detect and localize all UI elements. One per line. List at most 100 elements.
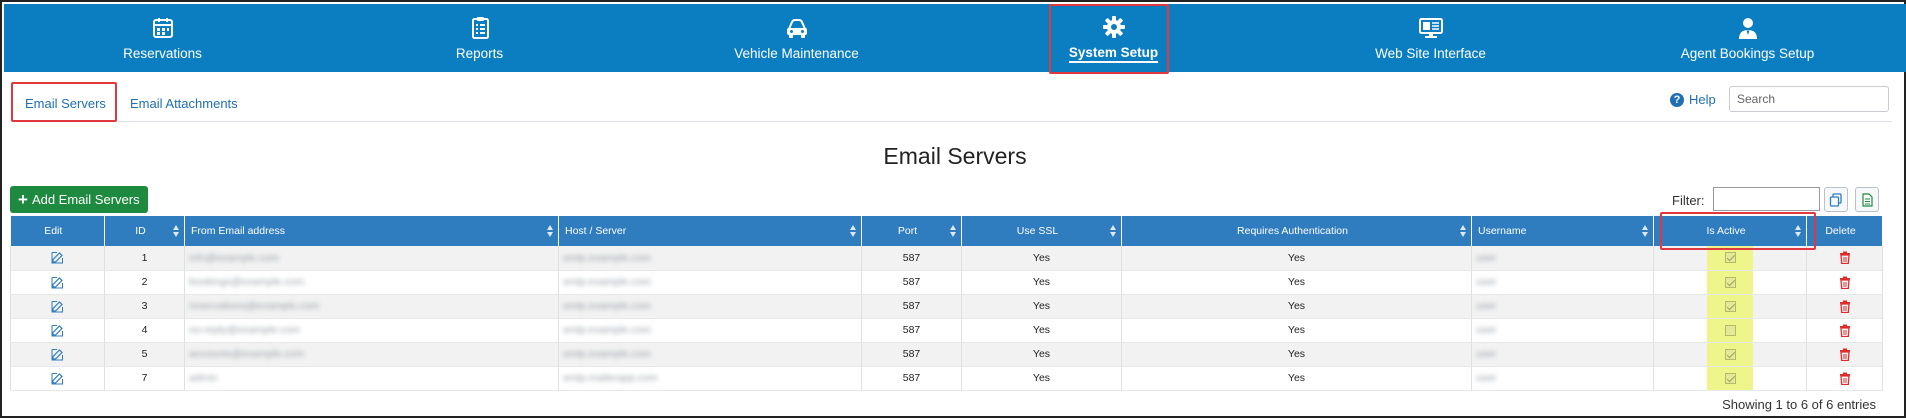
edit-icon[interactable]	[51, 348, 64, 361]
edit-cell	[10, 246, 105, 271]
delete-cell	[1806, 246, 1883, 271]
port-cell: 587	[861, 366, 962, 391]
export-excel-button[interactable]	[1855, 187, 1879, 212]
plus-icon: +	[18, 190, 28, 209]
edit-cell	[10, 318, 105, 343]
port-cell: 587	[861, 294, 962, 319]
is-active-cell	[1653, 318, 1807, 343]
sort-icon	[1795, 225, 1801, 237]
add-email-servers-button[interactable]: + Add Email Servers	[10, 186, 148, 213]
nav-label: Reports	[455, 46, 504, 61]
col-header-from-email[interactable]: From Email address	[184, 216, 559, 246]
host-cell: smtp.example.com	[558, 294, 862, 319]
trash-icon[interactable]	[1839, 348, 1851, 361]
sort-icon	[547, 225, 553, 237]
table-row: 1 info@example.com smtp.example.com 587 Yes Y…	[10, 246, 1883, 271]
edit-icon[interactable]	[51, 372, 64, 385]
port-cell: 587	[861, 342, 962, 367]
col-header-id[interactable]: ID	[104, 216, 185, 246]
use-ssl-cell: Yes	[961, 294, 1122, 319]
sort-icon	[173, 225, 179, 237]
user-agent-icon	[1738, 18, 1757, 39]
nav-item-system-setup[interactable]: System Setup	[955, 4, 1272, 72]
requires-auth-cell: Yes	[1121, 318, 1472, 343]
col-header-requires-auth[interactable]: Requires Authentication	[1121, 216, 1472, 246]
from-email-cell: accounts@example.com	[184, 342, 559, 367]
username-cell: user	[1471, 318, 1654, 343]
edit-icon[interactable]	[51, 300, 64, 313]
col-header-host[interactable]: Host / Server	[558, 216, 862, 246]
port-cell: 587	[861, 246, 962, 271]
is-active-checkbox[interactable]	[1724, 252, 1736, 264]
nav-item-web-site-interface[interactable]: Web Site Interface	[1272, 4, 1589, 72]
delete-cell	[1806, 342, 1883, 367]
username-cell: user	[1471, 270, 1654, 295]
edit-cell	[10, 294, 105, 319]
nav-label: Agent Bookings Setup	[1680, 46, 1815, 61]
from-email-cell: admin	[184, 366, 559, 391]
app-frame: Reservations Reports Vehicle Maintenance…	[0, 0, 1906, 418]
email-servers-table: Edit ID From Email address Host / Server…	[10, 216, 1883, 391]
host-cell: smtp.example.com	[558, 246, 862, 271]
sort-icon	[1642, 225, 1648, 237]
trash-icon[interactable]	[1839, 276, 1851, 289]
delete-cell	[1806, 270, 1883, 295]
search-input[interactable]	[1729, 86, 1889, 112]
add-button-label: Add Email Servers	[31, 192, 140, 207]
trash-icon[interactable]	[1839, 300, 1851, 313]
username-cell: user	[1471, 366, 1654, 391]
is-active-highlight	[1707, 342, 1753, 365]
delete-cell	[1806, 366, 1883, 391]
use-ssl-cell: Yes	[961, 366, 1122, 391]
id-cell: 3	[104, 294, 185, 319]
is-active-cell	[1653, 366, 1807, 391]
col-header-port[interactable]: Port	[861, 216, 962, 246]
id-cell: 7	[104, 366, 185, 391]
tab-email-servers[interactable]: Email Servers	[25, 96, 106, 111]
requires-auth-cell: Yes	[1121, 366, 1472, 391]
nav-item-reservations[interactable]: Reservations	[4, 4, 321, 72]
copy-button[interactable]	[1824, 187, 1848, 212]
sort-icon	[850, 225, 856, 237]
trash-icon[interactable]	[1839, 372, 1851, 385]
question-circle-icon: ?	[1670, 92, 1684, 107]
sort-icon	[950, 225, 956, 237]
trash-icon[interactable]	[1839, 324, 1851, 337]
edit-icon[interactable]	[51, 276, 64, 289]
requires-auth-cell: Yes	[1121, 246, 1472, 271]
nav-item-reports[interactable]: Reports	[321, 4, 638, 72]
use-ssl-cell: Yes	[961, 270, 1122, 295]
help-link[interactable]: ? Help	[1670, 92, 1716, 107]
from-email-cell: reservations@example.com	[184, 294, 559, 319]
is-active-checkbox[interactable]	[1724, 324, 1736, 336]
nav-item-agent-bookings-setup[interactable]: Agent Bookings Setup	[1589, 4, 1906, 72]
col-header-username[interactable]: Username	[1471, 216, 1654, 246]
delete-cell	[1806, 318, 1883, 343]
is-active-highlight	[1707, 294, 1753, 317]
requires-auth-cell: Yes	[1121, 294, 1472, 319]
filter-input[interactable]	[1713, 187, 1820, 211]
username-cell: user	[1471, 246, 1654, 271]
nav-item-vehicle-maintenance[interactable]: Vehicle Maintenance	[638, 4, 955, 72]
page-title: Email Servers	[883, 143, 1027, 169]
table-row: 7 admin smtp.mailerapp.com 587 Yes Yes user	[10, 366, 1883, 391]
host-cell: smtp.example.com	[558, 342, 862, 367]
is-active-checkbox[interactable]	[1724, 276, 1736, 288]
tab-email-attachments[interactable]: Email Attachments	[130, 96, 238, 111]
table-row: 3 reservations@example.com smtp.example.co…	[10, 294, 1883, 319]
host-cell: smtp.example.com	[558, 318, 862, 343]
top-navigation: Reservations Reports Vehicle Maintenance…	[4, 4, 1906, 72]
sort-icon	[1460, 225, 1466, 237]
use-ssl-cell: Yes	[961, 318, 1122, 343]
col-header-use-ssl[interactable]: Use SSL	[961, 216, 1122, 246]
trash-icon[interactable]	[1839, 251, 1851, 265]
sub-navigation: Email Servers Email Attachments	[12, 82, 1892, 122]
nav-label: Reservations	[123, 46, 202, 61]
col-header-is-active[interactable]: Is Active	[1653, 216, 1807, 246]
is-active-checkbox[interactable]	[1724, 372, 1736, 384]
nav-label: Web Site Interface	[1375, 46, 1486, 61]
is-active-checkbox[interactable]	[1724, 348, 1736, 360]
is-active-checkbox[interactable]	[1724, 300, 1736, 312]
edit-icon[interactable]	[51, 251, 64, 264]
edit-icon[interactable]	[51, 324, 64, 337]
